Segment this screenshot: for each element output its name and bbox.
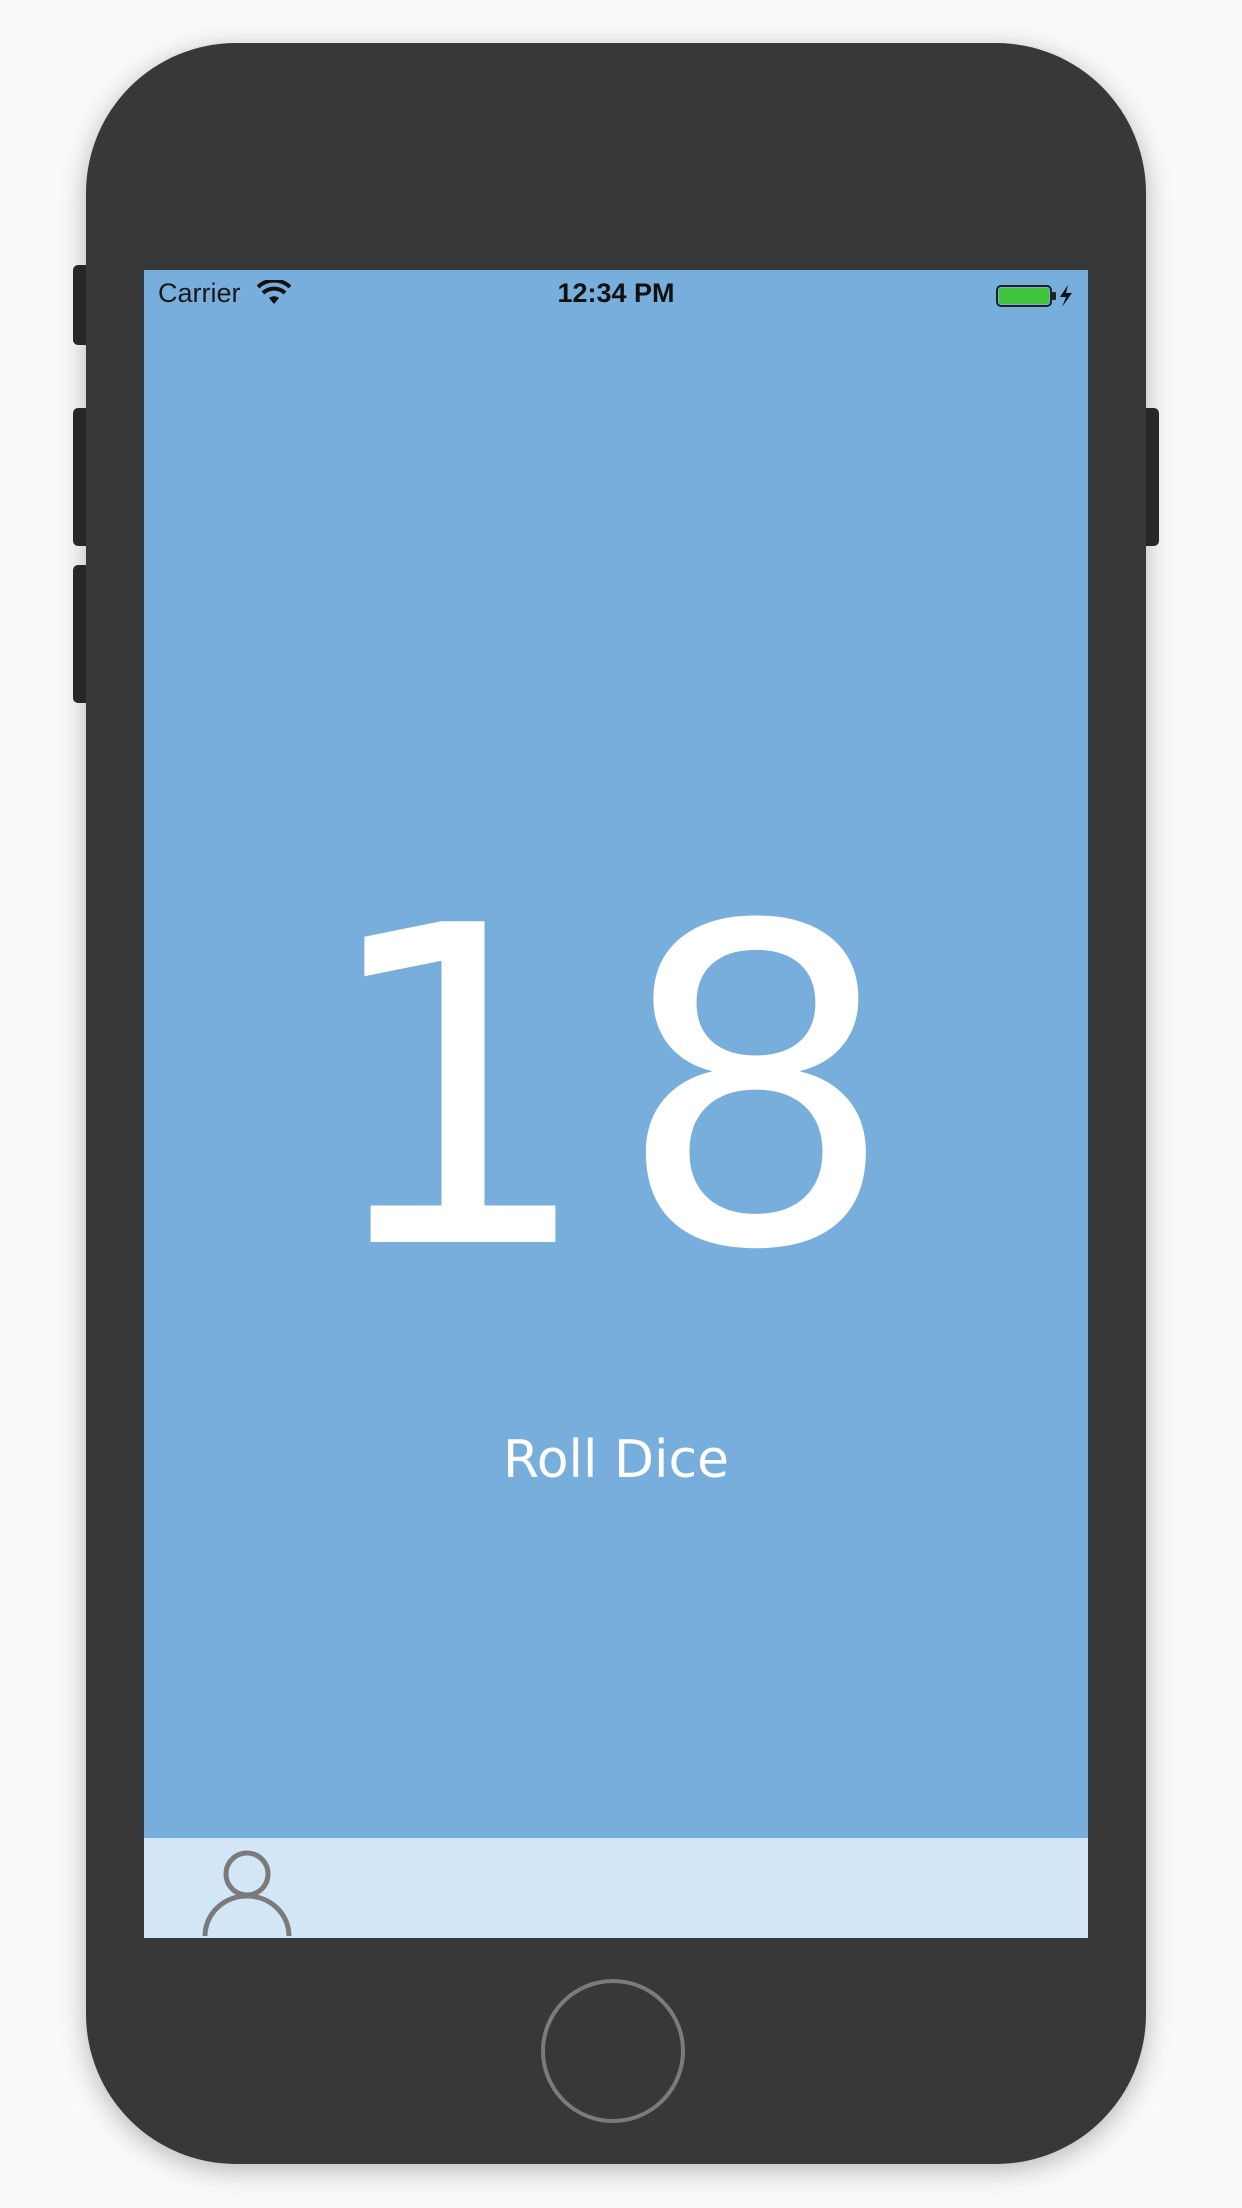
- roll-dice-button[interactable]: Roll Dice: [466, 1420, 766, 1500]
- app-screen: Carrier 12:34 PM 18 Roll Dice: [144, 270, 1088, 1938]
- home-button[interactable]: [541, 1979, 685, 2123]
- status-bar: Carrier 12:34 PM: [144, 270, 1088, 320]
- status-time: 12:34 PM: [557, 278, 675, 308]
- person-icon[interactable]: [202, 1846, 292, 1938]
- dice-total-value: 18: [316, 834, 916, 1346]
- device-frame-stage: Carrier 12:34 PM 18 Roll Dice: [0, 0, 1242, 2208]
- tab-bar: [144, 1838, 1088, 1938]
- battery-charging-icon: [996, 285, 1072, 307]
